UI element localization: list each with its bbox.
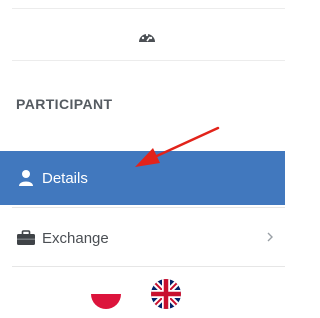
- sidebar-item-label: Details: [42, 169, 88, 187]
- user-icon: [16, 168, 36, 188]
- nav-divider: [12, 207, 285, 208]
- uk-flag-icon[interactable]: [151, 279, 181, 309]
- top-divider: [12, 8, 285, 9]
- poland-flag-icon[interactable]: [91, 279, 121, 309]
- header-divider: [12, 60, 285, 61]
- sidebar-item-details[interactable]: Details: [0, 151, 285, 205]
- nav-divider: [12, 266, 285, 267]
- section-heading: PARTICIPANT: [16, 96, 113, 112]
- sidebar-item-exchange[interactable]: Exchange: [0, 211, 285, 265]
- chevron-right-icon: [265, 229, 275, 245]
- briefcase-icon: [16, 228, 36, 248]
- sidebar-item-label: Exchange: [42, 229, 109, 247]
- dashboard-gauge-icon[interactable]: [138, 28, 156, 44]
